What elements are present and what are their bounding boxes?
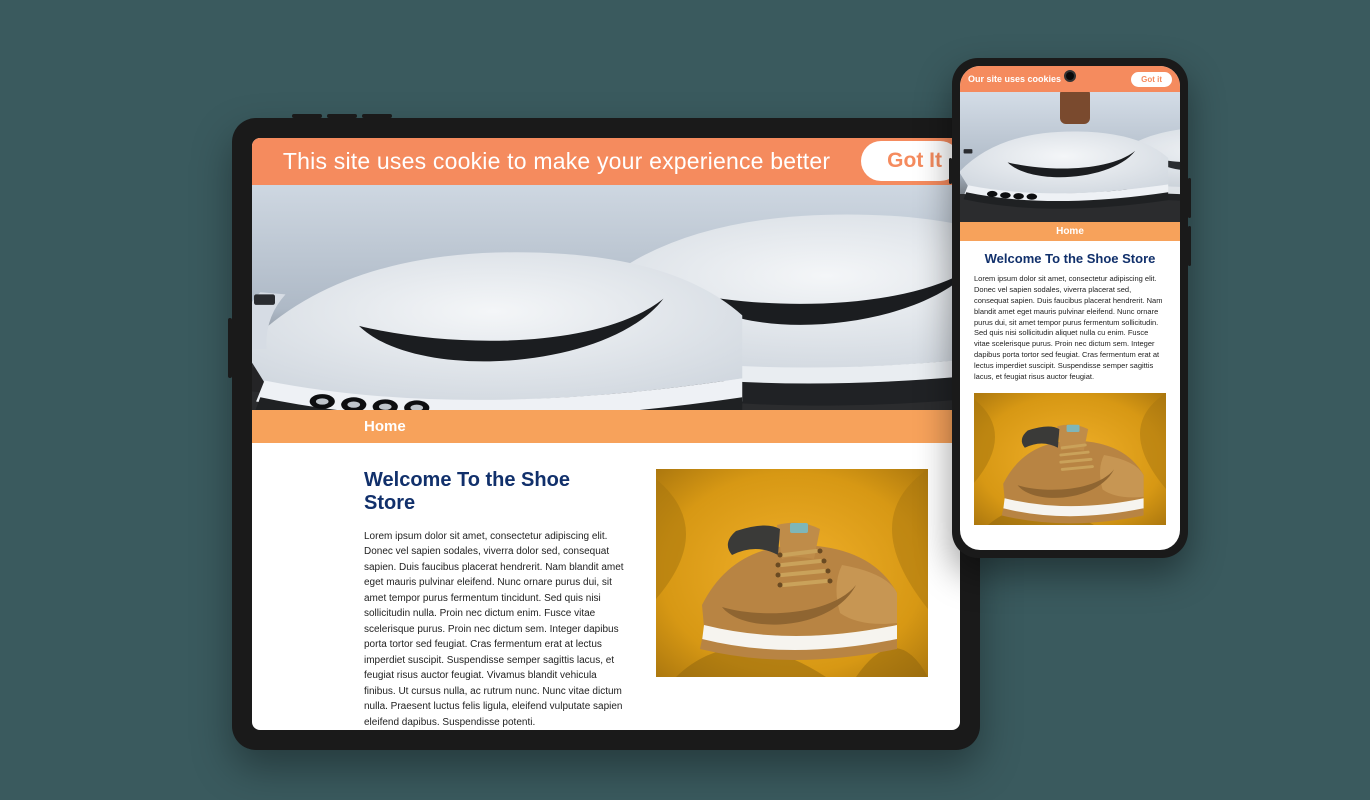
- nav-home-link[interactable]: Home: [1056, 226, 1084, 237]
- phone-side-button: [1188, 226, 1191, 266]
- hero-image: [252, 185, 960, 410]
- tablet-side-button: [228, 318, 232, 378]
- main-content: Welcome To the Shoe Store Lorem ipsum do…: [252, 443, 960, 731]
- nav-bar: Home: [960, 222, 1180, 241]
- tan-sneaker-icon: [656, 469, 928, 677]
- nav-home-link[interactable]: Home: [364, 418, 406, 435]
- cookie-message: This site uses cookie to make your exper…: [252, 148, 861, 175]
- main-content: Welcome To the Shoe Store Lorem ipsum do…: [960, 241, 1180, 383]
- cookie-message: Our site uses cookies: [968, 74, 1061, 84]
- body-text: Lorem ipsum dolor sit amet, consectetur …: [364, 529, 624, 731]
- cookie-banner: This site uses cookie to make your exper…: [252, 138, 960, 185]
- phone-side-button: [949, 158, 952, 184]
- product-image: [656, 469, 928, 677]
- tan-sneaker-icon: [974, 393, 1166, 525]
- phone-device: Our site uses cookies Got it: [952, 58, 1188, 558]
- tablet-screen: This site uses cookie to make your exper…: [252, 138, 960, 730]
- phone-screen: Our site uses cookies Got it: [960, 66, 1180, 550]
- cookie-accept-button[interactable]: Got It: [861, 141, 960, 181]
- tablet-top-button: [327, 114, 357, 118]
- tablet-top-button: [362, 114, 392, 118]
- page-title: Welcome To the Shoe Store: [364, 469, 624, 515]
- hero-image: [960, 92, 1180, 222]
- phone-side-button: [1188, 178, 1191, 218]
- product-image: [974, 393, 1166, 525]
- sneaker-hero-icon: [252, 185, 960, 410]
- phone-camera-icon: [1064, 70, 1076, 82]
- page-title: Welcome To the Shoe Store: [974, 251, 1166, 266]
- cookie-accept-button[interactable]: Got it: [1131, 72, 1172, 87]
- body-text: Lorem ipsum dolor sit amet, consectetur …: [974, 274, 1166, 383]
- tablet-device: This site uses cookie to make your exper…: [232, 118, 980, 750]
- sneaker-hero-icon: [960, 92, 1180, 222]
- nav-bar: Home: [252, 410, 960, 443]
- tablet-top-button: [292, 114, 322, 118]
